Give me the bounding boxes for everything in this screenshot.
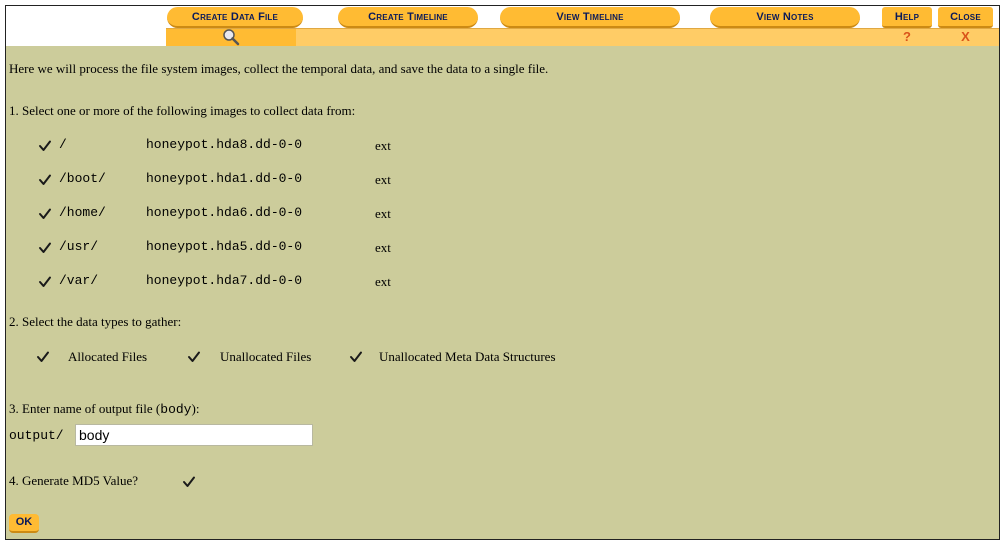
image-fs-type: ext xyxy=(375,274,391,289)
image-file-name: honeypot.hda6.dd-0-0 xyxy=(146,205,303,220)
toolbar-tabs: Create Data File Create Timeline View Ti… xyxy=(6,6,999,29)
image-file-name: honeypot.hda8.dd-0-0 xyxy=(146,137,303,152)
tab-view-timeline[interactable]: View Timeline xyxy=(500,7,680,28)
md5-checkbox[interactable] xyxy=(182,475,196,489)
image-fs-type: ext xyxy=(375,138,391,153)
check-icon xyxy=(39,276,51,287)
image-mount-point: /var/ xyxy=(59,273,99,288)
check-icon xyxy=(39,140,51,151)
step3-label-code: body xyxy=(160,402,192,417)
image-checkbox[interactable] xyxy=(38,173,52,187)
image-fs-type: ext xyxy=(375,172,391,187)
step4-label: 4. Generate MD5 Value? xyxy=(9,473,138,488)
image-mount-point: /usr/ xyxy=(59,239,99,254)
image-fs-type: ext xyxy=(375,206,391,221)
output-filename-input[interactable]: body xyxy=(75,424,313,446)
check-icon xyxy=(39,208,51,219)
data-type-label: Allocated Files xyxy=(68,349,148,364)
image-file-name: honeypot.hda5.dd-0-0 xyxy=(146,239,303,254)
toolbar: Create Data File Create Timeline View Ti… xyxy=(6,6,999,46)
image-checkbox[interactable] xyxy=(38,241,52,255)
check-icon xyxy=(39,174,51,185)
image-checkbox[interactable] xyxy=(38,139,52,153)
data-type-label: Unallocated Files xyxy=(220,349,312,364)
image-mount-point: /home/ xyxy=(59,205,106,220)
help-question-icon[interactable]: ? xyxy=(882,28,932,45)
step1-label: 1. Select one or more of the following i… xyxy=(9,103,356,118)
check-icon xyxy=(188,351,200,362)
image-mount-point: /boot/ xyxy=(59,171,106,186)
check-icon xyxy=(39,242,51,253)
check-icon xyxy=(183,476,195,487)
image-mount-point: / xyxy=(59,137,67,152)
step3-label-suffix: ): xyxy=(191,401,200,416)
output-path-prefix: output/ xyxy=(9,428,64,443)
close-x-icon[interactable]: X xyxy=(938,28,993,45)
data-type-checkbox[interactable] xyxy=(36,350,50,364)
image-checkbox[interactable] xyxy=(38,207,52,221)
toolbar-indicator-bar xyxy=(166,28,999,46)
tab-help[interactable]: Help xyxy=(882,7,932,28)
image-file-name: honeypot.hda1.dd-0-0 xyxy=(146,171,303,186)
image-file-name: honeypot.hda7.dd-0-0 xyxy=(146,273,303,288)
check-icon xyxy=(350,351,362,362)
data-type-checkbox[interactable] xyxy=(187,350,201,364)
intro-text: Here we will process the file system ima… xyxy=(9,61,549,76)
tab-create-timeline[interactable]: Create Timeline xyxy=(338,7,478,28)
step3-label: 3. Enter name of output file (body): xyxy=(9,401,199,417)
data-type-checkbox[interactable] xyxy=(349,350,363,364)
image-fs-type: ext xyxy=(375,240,391,255)
tab-view-notes[interactable]: View Notes xyxy=(710,7,860,28)
app-frame: Create Data File Create Timeline View Ti… xyxy=(5,5,1000,540)
image-checkbox[interactable] xyxy=(38,275,52,289)
check-icon xyxy=(37,351,49,362)
step3-label-prefix: 3. Enter name of output file ( xyxy=(9,401,161,416)
data-type-label: Unallocated Meta Data Structures xyxy=(379,349,556,364)
tab-close[interactable]: Close xyxy=(938,7,993,28)
step2-label: 2. Select the data types to gather: xyxy=(9,314,182,329)
ok-button[interactable]: OK xyxy=(9,514,39,533)
magnifier-icon xyxy=(221,28,241,46)
tab-create-data-file[interactable]: Create Data File xyxy=(167,7,303,28)
